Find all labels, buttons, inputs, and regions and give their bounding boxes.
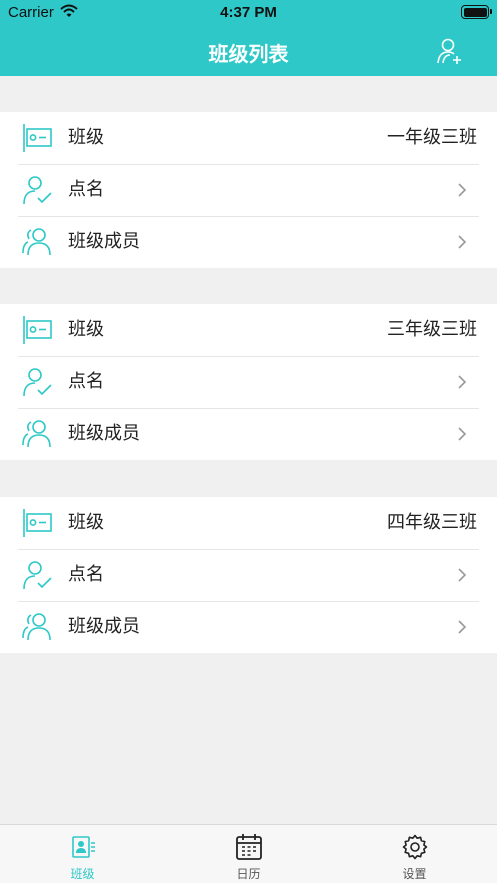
members-icon [22,420,51,448]
class-card-icon [23,316,52,344]
class-card-icon [23,124,52,152]
members-label: 班级成员 [68,231,140,252]
battery-icon [461,5,492,19]
class-label: 班级 [68,512,104,533]
nav-bar: 班级列表 [0,28,497,76]
class-value: 四年级三班 [387,512,477,533]
rollcall-user-icon [23,561,52,590]
members-icon [22,613,51,641]
tab-label: 日历 [236,867,261,881]
members-label: 班级成员 [68,423,140,444]
tab-bar: 班级 日历 设置 [0,824,497,883]
tab-class[interactable]: 班级 [0,825,165,883]
add-user-icon[interactable] [435,36,465,66]
tab-label: 班级 [70,867,95,881]
class-card-icon [23,509,52,537]
gear-icon [402,834,427,860]
chevron-right-icon [458,375,467,389]
rollcall-label: 点名 [68,564,104,585]
class-row: 班级 一年级三班 [0,112,497,164]
class-label: 班级 [68,319,104,340]
class-value: 一年级三班 [387,127,477,148]
class-value: 三年级三班 [387,319,477,340]
members-icon [22,228,51,256]
page-title: 班级列表 [208,42,289,66]
rollcall-label: 点名 [68,371,104,392]
calendar-icon [235,834,262,860]
members-label: 班级成员 [68,616,140,637]
class-group: 班级 四年级三班 点名 班级成员 [0,497,497,653]
class-group: 班级 一年级三班 点名 班级成员 [0,112,497,268]
members-row[interactable]: 班级成员 [0,601,497,653]
tab-settings[interactable]: 设置 [332,825,497,883]
class-row: 班级 三年级三班 [0,304,497,356]
chevron-right-icon [458,620,467,634]
rollcall-row[interactable]: 点名 [0,356,497,408]
status-bar: Carrier 4:37 PM [0,0,497,28]
chevron-right-icon [458,183,467,197]
tab-calendar[interactable]: 日历 [166,825,331,883]
rollcall-user-icon [23,176,52,205]
rollcall-row[interactable]: 点名 [0,549,497,601]
status-time: 4:37 PM [220,4,277,21]
chevron-right-icon [458,427,467,441]
rollcall-label: 点名 [68,179,104,200]
tab-label: 设置 [402,867,427,881]
members-row[interactable]: 班级成员 [0,216,497,268]
class-row: 班级 四年级三班 [0,497,497,549]
rollcall-row[interactable]: 点名 [0,164,497,216]
class-card-icon [71,836,95,858]
class-label: 班级 [68,127,104,148]
rollcall-user-icon [23,368,52,397]
class-group: 班级 三年级三班 点名 班级成员 [0,304,497,460]
chevron-right-icon [458,568,467,582]
members-row[interactable]: 班级成员 [0,408,497,460]
chevron-right-icon [458,235,467,249]
